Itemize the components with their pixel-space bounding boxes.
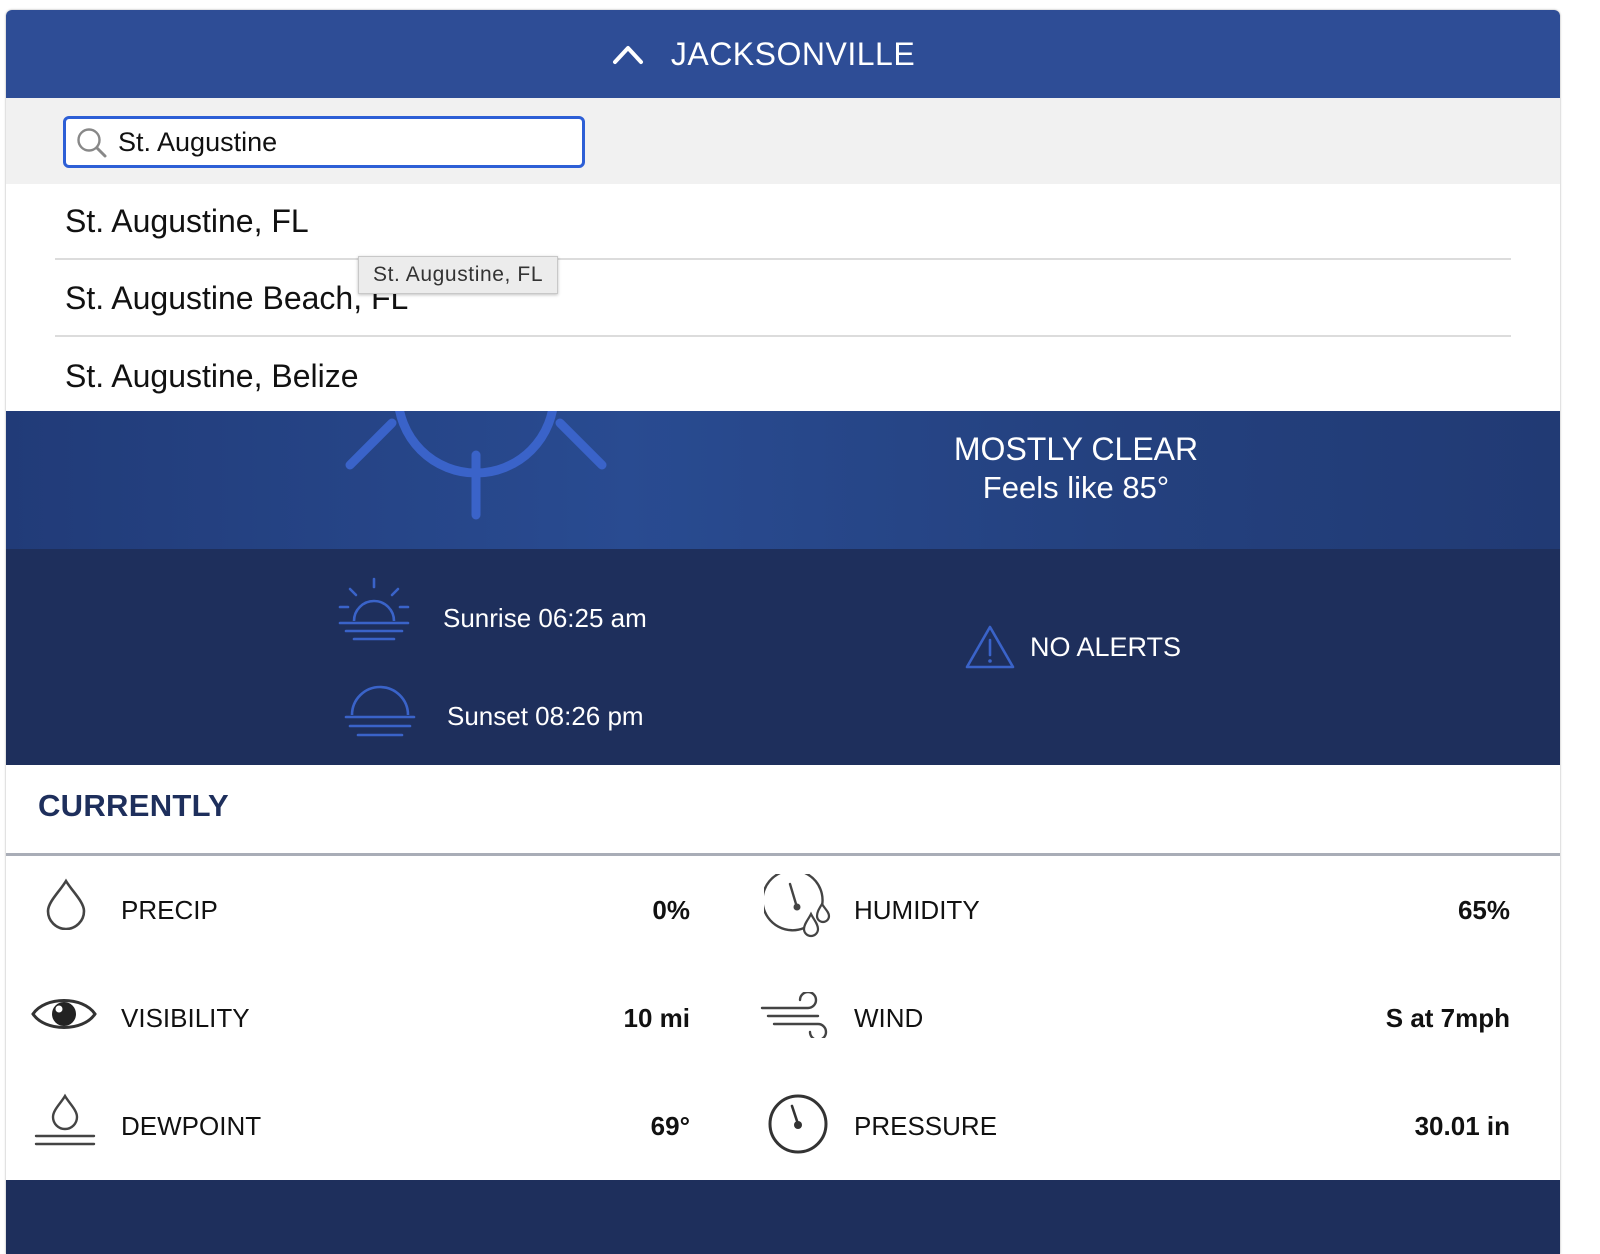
alerts-status[interactable]: NO ALERTS [964, 624, 1181, 670]
currently-divider [6, 853, 1560, 856]
search-icon [77, 128, 107, 158]
precip-label: PRECIP [121, 895, 218, 925]
wind-icon [760, 992, 828, 1038]
suggestion-label: St. Augustine, Belize [65, 357, 359, 394]
chevron-up-icon[interactable] [611, 42, 645, 66]
feels-like: Feels like 85° [982, 470, 1170, 505]
dewpoint-label: DEWPOINT [121, 1111, 262, 1141]
search-box[interactable] [63, 116, 585, 168]
wind-value: S at 7mph [1385, 1003, 1510, 1033]
condition-description: MOSTLY CLEAR [953, 431, 1199, 467]
currently-title: CURRENTLY [38, 788, 230, 823]
dewpoint-value: 69° [650, 1111, 690, 1141]
search-suggestions: St. Augustine, FL St. Augustine Beach, F… [6, 184, 1560, 411]
sunset-time: Sunset 08:26 pm [447, 701, 644, 731]
droplet-icon [46, 878, 86, 930]
precip-value: 0% [652, 895, 690, 925]
sunset-icon [344, 685, 416, 737]
visibility-label: VISIBILITY [121, 1003, 250, 1033]
sunrise-icon [338, 577, 410, 641]
condition-panel: MOSTLY CLEAR Feels like 85° [6, 411, 1560, 549]
suggestion-item[interactable]: St. Augustine, Belize [55, 338, 1511, 414]
suggestion-label: St. Augustine, FL [65, 202, 309, 239]
footer-band [6, 1180, 1560, 1254]
pressure-label: PRESSURE [854, 1111, 998, 1141]
dewpoint-icon [34, 1093, 96, 1146]
weather-app: JACKSONVILLE St. Augustine, FL St. Augus… [6, 10, 1560, 1254]
humidity-gauge-icon [764, 874, 831, 938]
eye-icon [31, 999, 97, 1029]
condition-summary: MOSTLY CLEAR Feels like 85° [876, 431, 1276, 506]
humidity-value: 65% [1457, 895, 1510, 925]
suggestion-label: St. Augustine Beach, FL [65, 279, 409, 316]
pressure-gauge-icon [768, 1094, 828, 1154]
suggestion-item[interactable]: St. Augustine, FL [55, 184, 1511, 260]
warning-icon [965, 625, 1015, 669]
sun-icon [345, 411, 607, 520]
sun-times-panel: Sunrise 06:25 am Sunset 08:26 pm NO ALER… [6, 549, 1560, 765]
visibility-value: 10 mi [623, 1003, 691, 1033]
suggestion-tooltip: St. Augustine, FL [358, 256, 559, 294]
suggestion-item[interactable]: St. Augustine Beach, FL [55, 261, 1511, 337]
search-bar [6, 98, 1560, 184]
search-input[interactable] [118, 119, 568, 165]
humidity-label: HUMIDITY [854, 895, 980, 925]
wind-label: WIND [854, 1003, 924, 1033]
alerts-label: NO ALERTS [1030, 631, 1182, 662]
pressure-value: 30.01 in [1414, 1111, 1510, 1141]
location-header[interactable]: JACKSONVILLE [6, 10, 1560, 98]
location-title[interactable]: JACKSONVILLE [671, 36, 915, 73]
sunrise-time: Sunrise 06:25 am [443, 603, 647, 633]
